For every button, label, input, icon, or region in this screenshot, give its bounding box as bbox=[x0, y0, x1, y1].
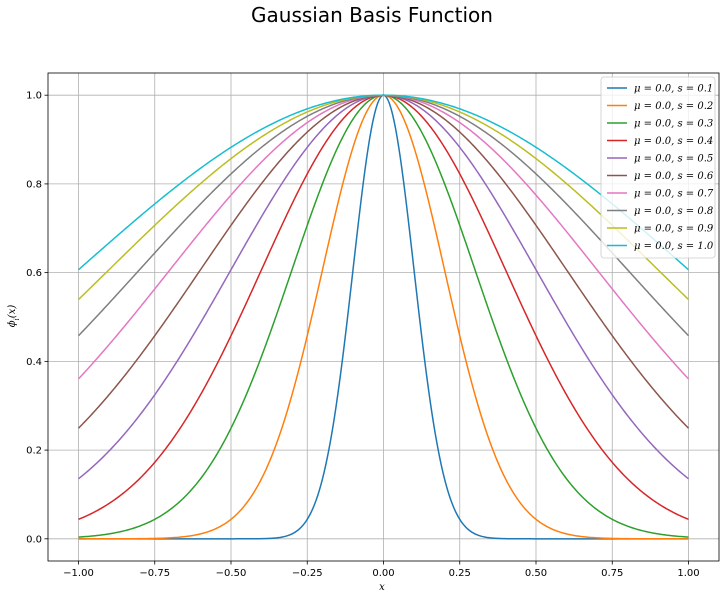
y-tick-label: 0.4 bbox=[26, 357, 42, 368]
legend-label: μ = 0.0, s = 0.4 bbox=[634, 136, 713, 147]
legend: μ = 0.0, s = 0.1 μ = 0.0, s = 0.2 μ = 0.0,… bbox=[600, 76, 716, 259]
y-tick-label: 0.8 bbox=[26, 179, 42, 190]
x-tick-label: −0.25 bbox=[292, 568, 323, 579]
x-tick-label: −0.50 bbox=[216, 568, 247, 579]
legend-label: μ = 0.0, s = 0.2 bbox=[634, 101, 713, 112]
x-tick-label: −0.75 bbox=[139, 568, 170, 579]
legend-label: μ = 0.0, s = 0.3 bbox=[634, 119, 713, 130]
x-tick-label: −1.00 bbox=[63, 568, 94, 579]
x-axis-label: x bbox=[379, 582, 385, 593]
y-tick-label: 0.2 bbox=[26, 446, 42, 457]
x-tick-label: 1.00 bbox=[677, 568, 699, 579]
x-tick-label: 0.00 bbox=[372, 568, 394, 579]
chart-title: Gaussian Basis Function bbox=[251, 3, 493, 27]
x-tick-label: 0.50 bbox=[525, 568, 547, 579]
legend-label: μ = 0.0, s = 0.6 bbox=[634, 171, 714, 182]
y-tick-label: 1.0 bbox=[26, 91, 42, 102]
x-tick-label: 0.75 bbox=[601, 568, 623, 579]
y-tick-label: 0.6 bbox=[26, 268, 42, 279]
legend-label: μ = 0.0, s = 1.0 bbox=[634, 241, 714, 252]
legend-label: μ = 0.0, s = 0.8 bbox=[634, 206, 713, 217]
legend-label: μ = 0.0, s = 0.7 bbox=[634, 189, 714, 200]
x-tick-label: 0.25 bbox=[449, 568, 471, 579]
gaussian-basis-chart: Gaussian Basis Function −1.00 −0.75 −0.50 −… bbox=[0, 0, 725, 599]
legend-label: μ = 0.0, s = 0.1 bbox=[634, 84, 713, 95]
legend-label: μ = 0.0, s = 0.5 bbox=[634, 154, 713, 165]
y-tick-label: 0.0 bbox=[26, 534, 42, 545]
legend-label: μ = 0.0, s = 0.9 bbox=[634, 224, 714, 235]
